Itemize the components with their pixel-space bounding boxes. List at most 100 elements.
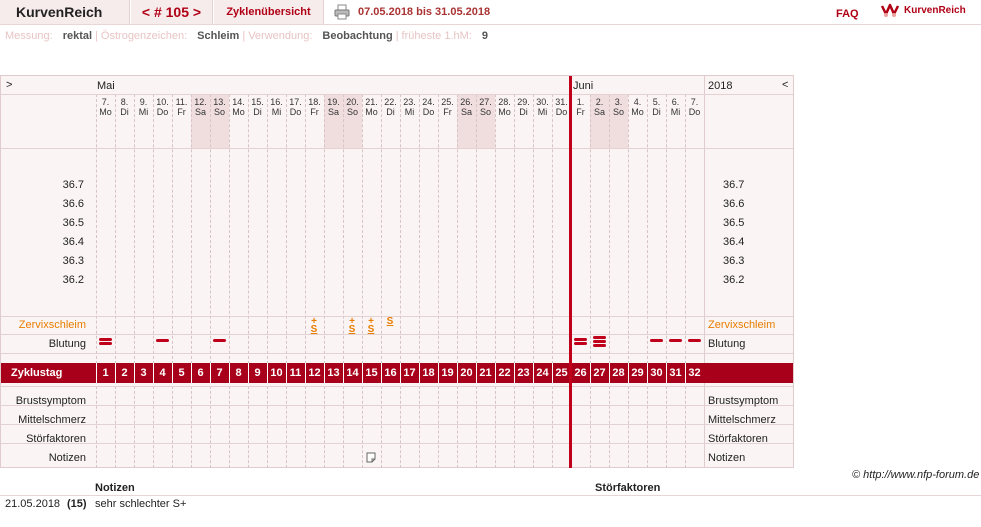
cycle-day-cell[interactable]: 6 <box>191 367 210 379</box>
day-header[interactable]: 18. <box>305 97 324 107</box>
cycle-day-cell[interactable]: 20 <box>457 367 476 379</box>
day-header[interactable]: 29. <box>514 97 533 107</box>
cycle-day-cell[interactable]: 22 <box>495 367 514 379</box>
bleeding-marker[interactable] <box>99 342 112 345</box>
bleeding-marker[interactable] <box>574 342 587 345</box>
cycle-day-cell[interactable]: 24 <box>533 367 552 379</box>
cycle-day-cell[interactable]: 31 <box>666 367 685 379</box>
mucus-marker[interactable]: S <box>383 317 397 327</box>
app-title[interactable]: KurvenReich <box>0 0 130 24</box>
cycle-day-cell[interactable]: 17 <box>400 367 419 379</box>
cycle-day-cell[interactable]: 4 <box>153 367 172 379</box>
brand-logo[interactable]: KurvenReich <box>880 2 966 18</box>
day-header[interactable]: 19. <box>324 97 343 107</box>
day-header[interactable]: 8. <box>115 97 134 107</box>
bleeding-marker[interactable] <box>669 339 682 342</box>
bleeding-marker[interactable] <box>156 339 169 342</box>
cycle-day-cell[interactable]: 26 <box>571 367 590 379</box>
cycle-day-separator <box>248 363 249 383</box>
meta-row: Messung: rektal | Östrogenzeichen: Schleim | V… <box>5 30 488 42</box>
cycle-day-cell[interactable]: 9 <box>248 367 267 379</box>
cycle-day-cell[interactable]: 18 <box>419 367 438 379</box>
day-header[interactable]: 22. <box>381 97 400 107</box>
day-gridline <box>343 94 344 369</box>
cycle-day-cell[interactable]: 21 <box>476 367 495 379</box>
day-header[interactable]: 4. <box>628 97 647 107</box>
day-header[interactable]: 5. <box>647 97 666 107</box>
faq-link[interactable]: FAQ <box>836 8 859 20</box>
cycle-day-cell[interactable]: 5 <box>172 367 191 379</box>
weekday-header: Di <box>652 107 661 117</box>
weekday-header: Do <box>688 107 701 117</box>
day-header[interactable]: 9. <box>134 97 153 107</box>
day-header[interactable]: 7. <box>685 97 704 107</box>
print-icon[interactable] <box>334 4 350 20</box>
cycle-day-cell[interactable]: 11 <box>286 367 305 379</box>
bleeding-marker[interactable] <box>593 344 606 347</box>
cycle-day-cell[interactable]: 23 <box>514 367 533 379</box>
day-header[interactable]: 24. <box>419 97 438 107</box>
bleeding-marker[interactable] <box>650 339 663 342</box>
cycle-day-cell[interactable]: 10 <box>267 367 286 379</box>
cycle-overview-link[interactable]: Zyklenübersicht <box>214 0 324 24</box>
bleeding-marker[interactable] <box>213 339 226 342</box>
bleeding-marker[interactable] <box>99 338 112 341</box>
cycle-day-cell[interactable]: 13 <box>324 367 343 379</box>
cycle-day-cell[interactable]: 15 <box>362 367 381 379</box>
cycle-day-cell[interactable]: 1 <box>96 367 115 379</box>
bleeding-marker[interactable] <box>593 340 606 343</box>
day-header[interactable]: 26. <box>457 97 476 107</box>
mucus-marker[interactable]: + S <box>364 317 378 335</box>
day-header[interactable]: 1. <box>571 97 590 107</box>
note-cycle-day: (15) <box>67 498 87 510</box>
day-header[interactable]: 27. <box>476 97 495 107</box>
day-header[interactable]: 12. <box>191 97 210 107</box>
day-header[interactable]: 23. <box>400 97 419 107</box>
day-gridline <box>229 386 230 468</box>
note-icon[interactable] <box>366 452 376 463</box>
bleeding-marker[interactable] <box>688 339 701 342</box>
day-header[interactable]: 14. <box>229 97 248 107</box>
day-header[interactable]: 10. <box>153 97 172 107</box>
cycle-day-cell[interactable]: 14 <box>343 367 362 379</box>
day-header[interactable]: 15. <box>248 97 267 107</box>
cycle-day-cell[interactable]: 2 <box>115 367 134 379</box>
day-header[interactable]: 11. <box>172 97 191 107</box>
day-header[interactable]: 28. <box>495 97 514 107</box>
day-header[interactable]: 30. <box>533 97 552 107</box>
cycle-day-cell[interactable]: 12 <box>305 367 324 379</box>
mucus-marker[interactable]: + S <box>307 317 321 335</box>
cycle-day-cell[interactable]: 3 <box>134 367 153 379</box>
cycle-day-cell[interactable]: 19 <box>438 367 457 379</box>
weekday-header: Mo <box>365 107 378 117</box>
day-header[interactable]: 3. <box>609 97 628 107</box>
day-header[interactable]: 13. <box>210 97 229 107</box>
cycle-day-separator <box>685 363 686 383</box>
day-header[interactable]: 20. <box>343 97 362 107</box>
cycle-nav[interactable]: < # 105 > <box>131 0 213 24</box>
cycle-day-cell[interactable]: 16 <box>381 367 400 379</box>
day-header[interactable]: 25. <box>438 97 457 107</box>
nav-prev-button[interactable]: > <box>6 79 12 91</box>
cycle-day-cell[interactable]: 7 <box>210 367 229 379</box>
day-header[interactable]: 16. <box>267 97 286 107</box>
today-marker-line <box>569 76 572 468</box>
weekday-header: Do <box>156 107 169 117</box>
cycle-day-cell[interactable]: 29 <box>628 367 647 379</box>
cycle-day-cell[interactable]: 27 <box>590 367 609 379</box>
row-divider <box>1 316 793 317</box>
bleeding-marker[interactable] <box>593 336 606 339</box>
day-header[interactable]: 21. <box>362 97 381 107</box>
cycle-day-cell[interactable]: 28 <box>609 367 628 379</box>
day-header[interactable]: 7. <box>96 97 115 107</box>
bleeding-marker[interactable] <box>574 338 587 341</box>
mucus-marker[interactable]: + S <box>345 317 359 335</box>
cycle-day-cell[interactable]: 30 <box>647 367 666 379</box>
nav-next-button[interactable]: < <box>782 79 788 91</box>
day-header[interactable]: 6. <box>666 97 685 107</box>
day-header[interactable]: 17. <box>286 97 305 107</box>
cycle-day-cell[interactable]: 8 <box>229 367 248 379</box>
cycle-day-separator <box>438 363 439 383</box>
day-header[interactable]: 2. <box>590 97 609 107</box>
cycle-day-cell[interactable]: 32 <box>685 367 704 379</box>
